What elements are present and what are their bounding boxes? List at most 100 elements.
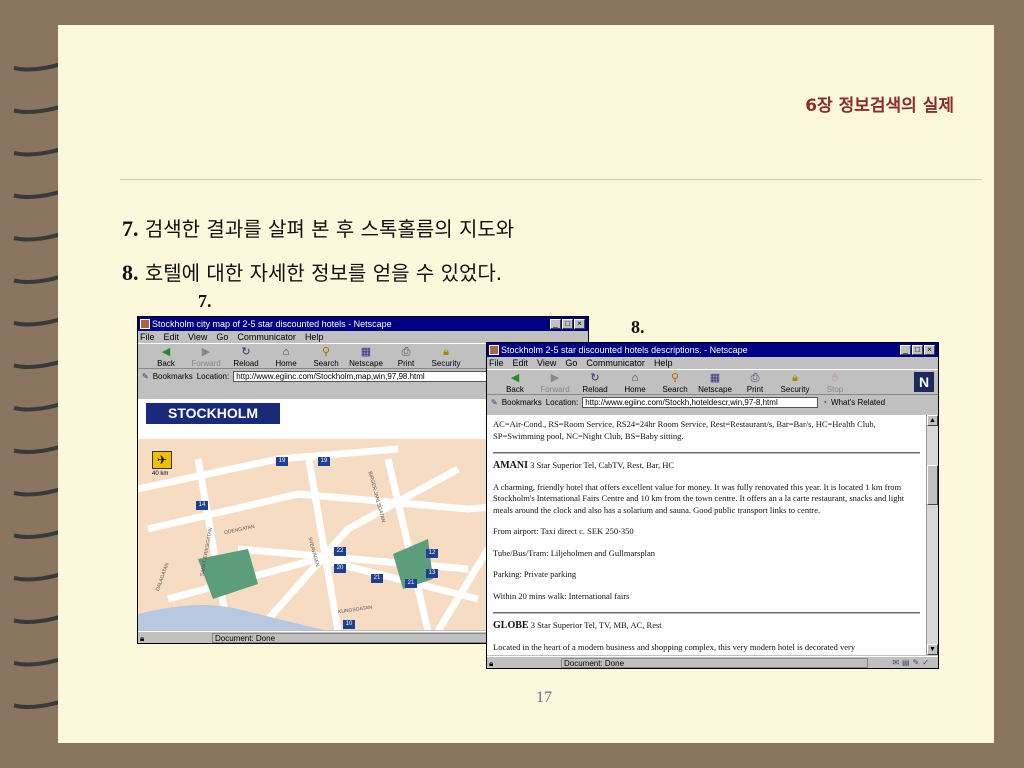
search-button[interactable]: ⚲ Search [657,370,693,394]
label-8: 8. [631,317,645,337]
search-label: Search [313,359,339,368]
hotel-marker[interactable]: 13 [426,569,438,578]
menu-go[interactable]: Go [565,357,577,369]
line-text: 검색한 결과를 살펴 본 후 스톡홀름의 지도와 [144,217,515,241]
forward-label: Forward [191,359,221,368]
print-button[interactable]: ⎙ Print [737,370,773,394]
scroll-up-arrow-icon[interactable]: ▲ [927,415,938,426]
hotel-marker[interactable]: 19 [276,457,288,466]
airport-icon: ✈︎ [152,451,172,469]
menu-communicator[interactable]: Communicator [237,331,296,343]
scroll-down-arrow-icon[interactable]: ▼ [927,644,938,655]
hotel-marker[interactable]: 12 [426,549,438,558]
stop-button[interactable]: ✋︎ Stop [817,370,853,394]
menu-help[interactable]: Help [305,331,324,343]
location-label: Location: [196,371,230,381]
bookmark-icon: ✎ [491,397,498,407]
vertical-scrollbar[interactable]: ▲ ▼ [926,415,938,655]
hotel-marker[interactable]: 19 [318,457,330,466]
security-status-icon[interactable]: 🔒︎ [140,633,144,643]
line-number: 8. [122,260,139,285]
hotel-marker[interactable]: 21 [405,579,417,588]
home-button[interactable]: ⌂ Home [617,370,653,394]
printer-icon: ⎙ [750,372,760,384]
forward-arrow-icon: ▶ [201,346,211,358]
menu-help[interactable]: Help [654,357,673,369]
forward-button[interactable]: ▶ Forward [537,370,573,394]
location-bar: ✎ Bookmarks Location: http://www.egiinc.… [487,395,938,409]
transport-info: Tube/Bus/Tram: Liljeholmen and Gullmarsp… [493,547,656,558]
window-title: Stockholm city map of 2-5 star discounte… [152,319,392,329]
whats-related-button[interactable]: What's Related [831,398,885,407]
forward-label: Forward [540,385,570,394]
walk-info: Within 20 mins walk: International fairs [493,590,630,601]
menu-communicator[interactable]: Communicator [586,357,645,369]
reload-button[interactable]: ↻ Reload [577,370,613,394]
menu-view[interactable]: View [188,331,207,343]
menu-file[interactable]: File [489,357,504,369]
menu-file[interactable]: File [140,331,155,343]
bookmark-icon: ✎ [142,371,149,381]
reload-button[interactable]: ↻ Reload [228,344,264,368]
security-button[interactable]: 🔒︎ Security [428,344,464,368]
description-content: AC=Air-Cond., RS=Room Service, RS24=24hr… [487,415,926,655]
maximize-button[interactable]: □ [912,345,923,355]
text-line-1: 7. 검색한 결과를 살펴 본 후 스톡홀름의 지도와 [122,213,514,242]
scroll-thumb[interactable] [927,465,938,505]
hotel-descriptions: AC=Air-Cond., RS=Room Service, RS24=24hr… [487,415,926,655]
menu-bar: File Edit View Go Communicator Help [487,357,938,369]
menu-view[interactable]: View [537,357,556,369]
search-icon: ⚲ [321,346,331,358]
home-button[interactable]: ⌂ Home [268,344,304,368]
minimize-button[interactable]: _ [900,345,911,355]
hotel-description: Located in the heart of a modern busines… [493,641,856,652]
security-status-icon[interactable]: 🔒︎ [489,658,493,668]
forward-button[interactable]: ▶ Forward [188,344,224,368]
security-button[interactable]: 🔒︎ Security [777,370,813,394]
bookmarks-button[interactable]: Bookmarks [502,398,542,407]
airport-info: From airport: Taxi direct c. SEK 250-350 [493,526,634,536]
hotel-marker[interactable]: 14 [196,501,208,510]
lock-icon: 🔒︎ [443,346,449,358]
hotel-marker[interactable]: 20 [334,564,346,573]
navigation-toolbar: ◀ Back ▶ Forward ↻ Reload ⌂ Home ⚲ Search ▦ Ne… [487,369,938,395]
menu-edit[interactable]: Edit [513,357,529,369]
label-7: 7. [198,291,212,311]
print-button[interactable]: ⎙ Print [388,344,424,368]
title-bar: Stockholm 2-5 star discounted hotels des… [487,343,938,357]
menu-go[interactable]: Go [216,331,228,343]
hotel-marker[interactable]: 22 [334,547,346,556]
close-button[interactable]: × [574,319,585,329]
related-icon: ◔ [822,397,828,407]
hotel-marker[interactable]: 10 [343,620,355,629]
security-label: Security [780,385,810,394]
hotel-name: GLOBE [493,620,529,631]
reload-icon: ↻ [590,372,600,384]
component-bar-icons[interactable]: ✉︎▤✎✓ [892,657,932,668]
netscape-button[interactable]: ▦ Netscape [348,344,384,368]
back-label: Back [157,359,175,368]
reload-label: Reload [582,385,608,394]
close-button[interactable]: × [924,345,935,355]
back-button[interactable]: ◀ Back [148,344,184,368]
back-arrow-icon: ◀ [510,372,520,384]
maximize-button[interactable]: □ [562,319,573,329]
netscape-icon: ▦ [360,346,372,358]
minimize-button[interactable]: _ [550,319,561,329]
amenity-legend: AC=Air-Cond., RS=Room Service, RS24=24hr… [493,419,876,441]
back-button[interactable]: ◀ Back [497,370,533,394]
search-icon: ⚲ [670,372,680,384]
netscape-button[interactable]: ▦ Netscape [697,370,733,394]
line-text: 호텔에 대한 자세한 정보를 얻을 수 있었다. [144,261,503,285]
bookmarks-button[interactable]: Bookmarks [153,372,193,381]
search-button[interactable]: ⚲ Search [308,344,344,368]
stop-icon: ✋︎ [831,372,839,384]
section-divider [493,612,920,614]
url-field[interactable]: http://www.egiinc.com/Stockh,hoteldescr,… [582,396,819,408]
menu-edit[interactable]: Edit [164,331,180,343]
netscape-n-logo-icon: N [914,372,934,392]
hotel-heading-globe: GLOBE 3 Star Superior Tel, TV, MB, AC, R… [493,620,920,632]
chapter-title: 6장 정보검색의 실제 [805,96,954,116]
netscape-logo-icon [489,345,499,355]
hotel-marker[interactable]: 21 [371,574,383,583]
